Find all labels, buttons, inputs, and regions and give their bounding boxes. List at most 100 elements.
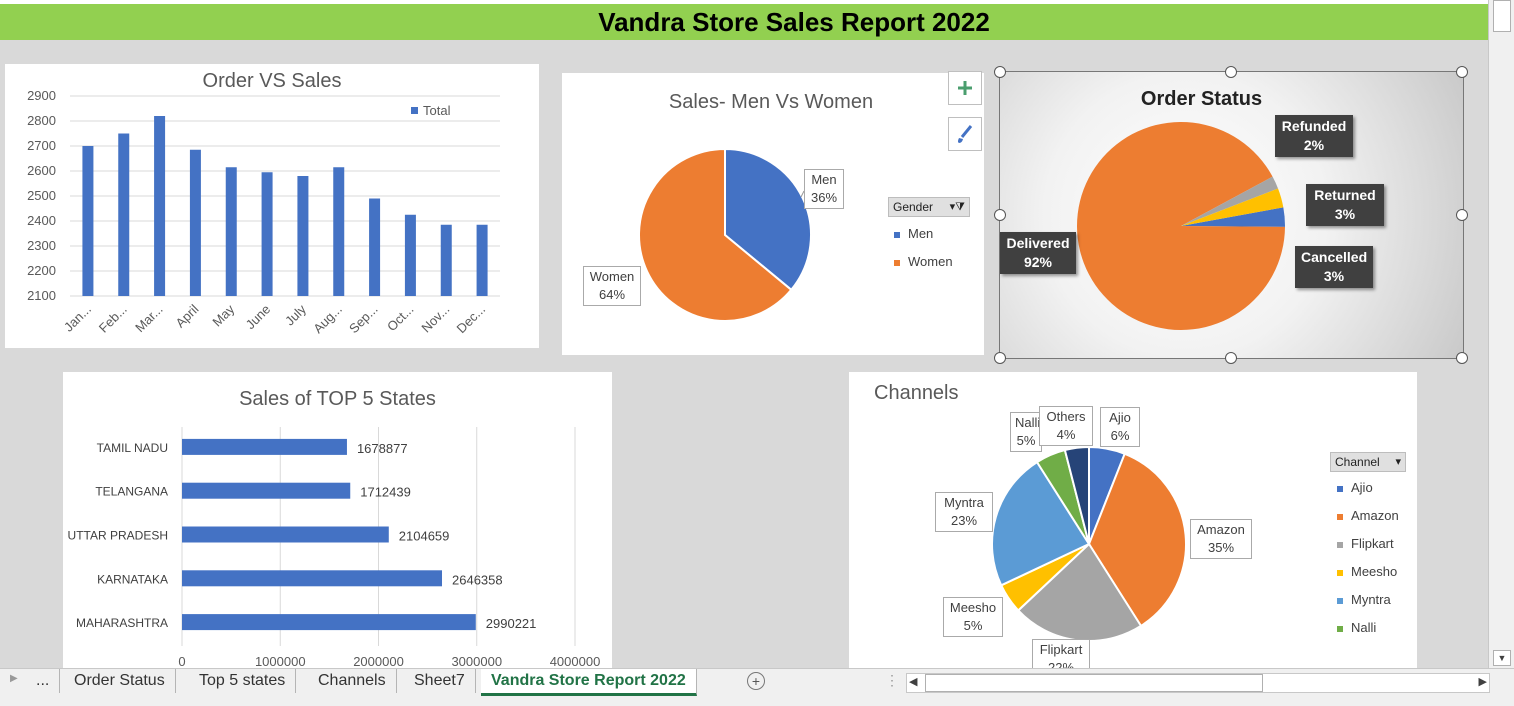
- vertical-scrollbar[interactable]: ▼: [1488, 0, 1514, 668]
- label-delivered: Delivered 92%: [1000, 232, 1076, 274]
- horizontal-scrollbar[interactable]: ◀ ▶: [906, 673, 1490, 693]
- sheet-tab-bar: ▶ ... Order Status Top 5 states Channels…: [0, 668, 1514, 706]
- tab-vandra-store-report[interactable]: Vandra Store Report 2022: [481, 669, 697, 696]
- paintbrush-icon: [958, 125, 973, 143]
- legend-label-amazon: Amazon: [1351, 508, 1399, 523]
- order-vs-sales-plot: 2900 2800 2700 2600 2500 2400 2300 2200 2100 Jan.…: [27, 88, 500, 337]
- bar-uttar-pradesh: [182, 526, 389, 543]
- legend-label-flipkart: Flipkart: [1351, 536, 1394, 551]
- tab-more[interactable]: ...: [26, 669, 61, 693]
- bar-jan: [82, 146, 94, 296]
- callout-meesho: Meesho 5%: [943, 597, 1003, 637]
- men-vs-women-chart[interactable]: Sales- Men Vs Women Gender ▾⧩ Men Women …: [562, 73, 984, 355]
- order-vs-sales-chart[interactable]: Order VS Sales 2900 2800 2700 2600 2500 2400 2…: [5, 64, 539, 348]
- bar-karnataka: [182, 570, 443, 587]
- bar-nov: [440, 224, 452, 296]
- legend-label-total: Total: [423, 103, 451, 118]
- resize-handle-top[interactable]: [1225, 66, 1237, 78]
- bar-oct: [404, 214, 416, 296]
- legend-item-flipkart: Flipkart: [1337, 536, 1394, 551]
- legend-label-women: Women: [908, 254, 953, 269]
- x-tick-label: Mar...: [132, 302, 166, 336]
- bar-april: [189, 149, 201, 296]
- x-tick-label: Feb...: [96, 302, 130, 336]
- legend-swatch-ajio: [1337, 485, 1343, 492]
- resize-handle-bottom-left[interactable]: [994, 352, 1006, 364]
- legend-swatch-total: [411, 107, 418, 114]
- legend-label-nalli: Nalli: [1351, 620, 1377, 635]
- tab-top-5-states[interactable]: Top 5 states: [189, 669, 297, 693]
- gender-filter-label: Gender: [893, 200, 934, 214]
- add-sheet-button[interactable]: +: [747, 672, 765, 690]
- order-status-chart[interactable]: Order Status Refunded 2% Returned 3% Can…: [999, 71, 1464, 359]
- tab-order-status[interactable]: Order Status: [64, 669, 176, 693]
- label-returned: Returned 3%: [1306, 184, 1384, 226]
- label-refunded: Refunded 2%: [1275, 115, 1353, 157]
- y-tick-label: 2800: [27, 113, 56, 128]
- scroll-down-arrow-icon[interactable]: ▼: [1493, 650, 1511, 666]
- x-tick-label: Oct...: [384, 302, 417, 335]
- tab-splitter-icon[interactable]: ⋮: [885, 672, 899, 689]
- legend-swatch-women: [894, 259, 900, 266]
- y-tick-label: 2500: [27, 188, 56, 203]
- category-label: KARNATAKA: [97, 572, 168, 586]
- bar-maharashtra: [182, 614, 476, 631]
- x-tick-label: April: [173, 301, 202, 330]
- legend-swatch-myntra: [1337, 597, 1343, 604]
- tab-sheet7[interactable]: Sheet7: [404, 669, 476, 693]
- top-states-chart[interactable]: Sales of TOP 5 States 0 1000000 2000000 300…: [63, 372, 612, 668]
- resize-handle-top-right[interactable]: [1456, 66, 1468, 78]
- callout-ajio-label: Ajio: [1109, 410, 1131, 425]
- callout-myntra-label: Myntra: [944, 495, 984, 510]
- tab-channels[interactable]: Channels: [308, 669, 397, 693]
- scroll-left-arrow-icon[interactable]: ◀: [909, 675, 917, 688]
- channels-chart[interactable]: Channels Channel ▾ Ajio Amazon Flipkart Mee…: [849, 372, 1417, 671]
- callout-men-pct: 36%: [810, 190, 838, 205]
- bar-mar: [154, 116, 166, 296]
- value-label: 2990221: [486, 616, 537, 631]
- tab-scroll-left-icon[interactable]: ▶: [10, 673, 18, 684]
- y-tick-label: 2100: [27, 288, 56, 303]
- x-tick-label: Nov...: [418, 302, 452, 336]
- scroll-thumb[interactable]: [1493, 0, 1511, 32]
- x-tick-label: 4000000: [550, 654, 601, 668]
- label-cancelled-pct: 3%: [1323, 268, 1345, 284]
- callout-ajio-pct: 6%: [1110, 428, 1130, 443]
- x-tick-label: Sep...: [346, 302, 381, 337]
- legend-swatch-men: [894, 231, 900, 238]
- gender-filter-button[interactable]: Gender ▾⧩: [888, 197, 970, 217]
- category-label: UTTAR PRADESH: [68, 529, 168, 543]
- callout-flipkart: Flipkart 22%: [1032, 639, 1090, 671]
- report-title: Vandra Store Sales Report 2022: [598, 6, 990, 37]
- legend-item-women: Women: [894, 254, 953, 269]
- callout-amazon-label: Amazon: [1197, 522, 1245, 537]
- x-tick-label: June: [243, 302, 274, 333]
- callout-flipkart-label: Flipkart: [1039, 642, 1083, 657]
- callout-men: Men 36%: [804, 169, 844, 209]
- legend-swatch-amazon: [1337, 513, 1343, 520]
- resize-handle-right[interactable]: [1456, 209, 1468, 221]
- resize-handle-bottom-right[interactable]: [1456, 352, 1468, 364]
- legend-label-myntra: Myntra: [1351, 592, 1391, 607]
- category-label: TELANGANA: [95, 485, 168, 499]
- resize-handle-bottom[interactable]: [1225, 352, 1237, 364]
- callout-men-label: Men: [811, 172, 837, 187]
- chart-styles-button[interactable]: [948, 117, 982, 151]
- horizontal-scroll-thumb[interactable]: [925, 674, 1263, 692]
- callout-meesho-pct: 5%: [963, 618, 983, 633]
- callout-nalli: Nalli 5%: [1010, 412, 1042, 452]
- resize-handle-top-left[interactable]: [994, 66, 1006, 78]
- callout-others: Others 4%: [1039, 406, 1093, 446]
- callout-others-label: Others: [1046, 409, 1086, 424]
- legend-label-meesho: Meesho: [1351, 564, 1398, 579]
- channel-filter-button[interactable]: Channel ▾: [1330, 452, 1406, 472]
- legend-item-ajio: Ajio: [1337, 480, 1373, 495]
- legend-label-men: Men: [908, 226, 934, 241]
- resize-handle-left[interactable]: [994, 209, 1006, 221]
- order-status-plot: [1077, 121, 1285, 330]
- label-refunded-name: Refunded: [1281, 118, 1347, 134]
- callout-myntra: Myntra 23%: [935, 492, 993, 532]
- scroll-right-arrow-icon[interactable]: ▶: [1479, 675, 1487, 688]
- x-tick-label: Jan...: [61, 302, 94, 335]
- x-tick-label: Aug...: [310, 302, 345, 337]
